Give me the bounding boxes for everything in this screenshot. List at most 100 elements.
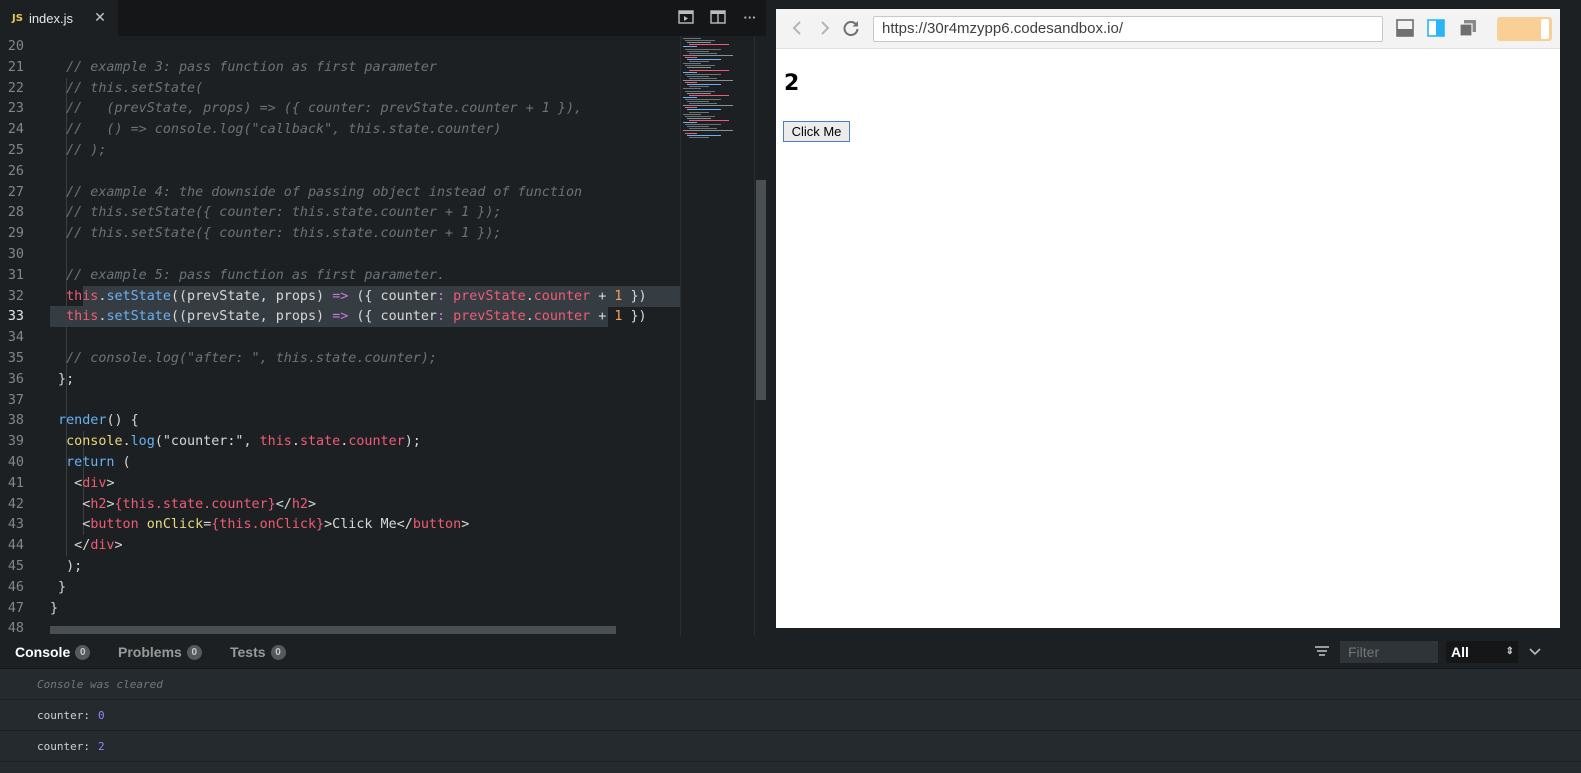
minimap-line	[689, 86, 709, 88]
vertical-scrollbar[interactable]	[754, 36, 766, 636]
line-number: 21	[7, 59, 24, 75]
log-level-select[interactable]: All ⇕	[1446, 641, 1518, 663]
line-number: 23	[7, 101, 24, 117]
minimap-line	[689, 44, 729, 46]
code-line[interactable]: 44 </div>	[0, 535, 680, 556]
code-editor[interactable]: JS index.js ✕ ··· 20 21 // example 3: pas…	[0, 0, 766, 636]
line-number: 28	[7, 205, 24, 221]
code-text: <button onClick={this.onClick}>Click Me<…	[50, 517, 470, 533]
theme-toggle[interactable]	[1497, 17, 1552, 41]
code-line[interactable]: 30	[0, 244, 680, 265]
code-area[interactable]: 20 21 // example 3: pass function as firs…	[0, 36, 680, 636]
minimap-line	[685, 107, 697, 109]
line-number: 33	[7, 309, 24, 325]
minimap-line	[683, 54, 733, 56]
minimap-line	[687, 67, 711, 69]
minimap-line	[683, 113, 701, 115]
minimap-line	[687, 126, 709, 128]
code-line[interactable]: 25 // );	[0, 140, 680, 161]
split-layout-icon[interactable]	[1427, 19, 1445, 37]
code-text: render() {	[58, 413, 139, 429]
code-line[interactable]: 27 // example 4: the downside of passing…	[0, 182, 680, 203]
chevron-down-icon[interactable]	[1528, 644, 1542, 658]
log-level-value: All	[1451, 644, 1469, 660]
reload-icon[interactable]	[841, 18, 861, 38]
line-number: 43	[7, 517, 24, 533]
close-icon[interactable]: ✕	[94, 10, 106, 24]
code-line[interactable]: 20	[0, 36, 680, 57]
line-number: 35	[7, 351, 24, 366]
tab-tests[interactable]: Tests 0	[230, 644, 286, 660]
minimap-line	[687, 84, 721, 86]
code-line[interactable]: 31 // example 5: pass function as first …	[0, 265, 680, 286]
chevron-right-icon[interactable]	[814, 18, 834, 38]
minimap-line	[683, 63, 701, 65]
minimap-line	[683, 80, 733, 81]
code-text: // (prevState, props) => ({ counter: pre…	[50, 101, 583, 117]
url-field[interactable]: https://30r4mzypp6.codesandbox.io/	[873, 16, 1383, 42]
console-panel: Console 0 Problems 0 Tests 0 All ⇕ Conso…	[0, 636, 1581, 773]
code-line[interactable]: 45 );	[0, 556, 680, 577]
minimap-line	[687, 109, 721, 111]
scrollbar-thumb[interactable]	[756, 180, 766, 400]
line-number: 29	[7, 226, 24, 242]
console-layout-icon[interactable]	[1396, 19, 1414, 37]
play-preview-icon[interactable]	[677, 10, 695, 26]
minimap-line	[689, 52, 717, 54]
click-me-button[interactable]: Click Me	[783, 121, 850, 142]
minimap-line	[687, 50, 709, 52]
tab-console[interactable]: Console 0	[15, 644, 91, 660]
chevron-left-icon[interactable]	[788, 18, 808, 38]
console-entry-text: counter:	[37, 740, 90, 753]
filter-lines-icon[interactable]	[1315, 645, 1329, 657]
code-line[interactable]: 38 render() {	[0, 410, 680, 431]
code-line[interactable]: 34	[0, 327, 680, 348]
line-number: 44	[7, 538, 24, 554]
line-number: 30	[7, 247, 24, 262]
line-number: 42	[7, 496, 24, 512]
code-text: <h2>{this.state.counter}</h2>	[50, 496, 317, 512]
code-line[interactable]: 43 <button onClick={this.onClick}>Click …	[0, 514, 680, 535]
console-entry: counter: 0	[0, 700, 1581, 731]
code-line[interactable]: 22 // this.setState(	[0, 78, 680, 99]
code-line[interactable]: 42 <h2>{this.state.counter}</h2>	[0, 494, 680, 515]
code-line[interactable]: 26	[0, 161, 680, 182]
line-number: 22	[7, 80, 24, 96]
code-line[interactable]: 24 // () => console.log("callback", this…	[0, 119, 680, 140]
split-view-icon[interactable]	[709, 10, 727, 26]
code-text: // example 5: pass function as first par…	[50, 267, 446, 283]
code-line[interactable]: 41 <div>	[0, 473, 680, 494]
line-number: 47	[7, 600, 24, 616]
minimap-line	[687, 59, 721, 60]
code-line[interactable]: 29 // this.setState({ counter: this.stat…	[0, 223, 680, 244]
code-line[interactable]: 35 // console.log("after: ", this.state.…	[0, 348, 680, 369]
line-number: 37	[7, 392, 24, 408]
code-line[interactable]: 37	[0, 390, 680, 411]
open-new-window-icon[interactable]	[1459, 19, 1477, 37]
minimap-line	[687, 75, 709, 77]
tab-problems[interactable]: Problems 0	[118, 644, 202, 660]
code-line[interactable]: 32 this.setState((prevState, props) => (…	[0, 286, 680, 307]
line-number: 46	[7, 579, 24, 595]
code-line[interactable]: 21 // example 3: pass function as first …	[0, 57, 680, 78]
code-text: // this.setState(	[50, 80, 204, 96]
toggle-knob	[1541, 19, 1549, 39]
code-line[interactable]: 23 // (prevState, props) => ({ counter: …	[0, 98, 680, 119]
horizontal-scrollbar[interactable]	[50, 626, 616, 634]
more-actions-icon[interactable]: ···	[741, 10, 759, 26]
minimap-line	[689, 128, 717, 130]
code-text: // () => console.log("callback", this.st…	[50, 122, 502, 138]
code-line[interactable]: 28 // this.setState({ counter: this.stat…	[0, 202, 680, 223]
code-line[interactable]: 39 console.log("counter:", this.state.co…	[0, 431, 680, 452]
tab-index-js[interactable]: JS index.js ✕	[0, 0, 118, 36]
code-line[interactable]: 33 this.setState((prevState, props) => (…	[0, 306, 680, 327]
code-line[interactable]: 40 return (	[0, 452, 680, 473]
minimap[interactable]	[680, 36, 754, 636]
minimap-line	[689, 103, 717, 105]
code-line[interactable]: 36 };	[0, 369, 680, 390]
code-line[interactable]: 47}	[0, 598, 680, 619]
line-number: 25	[7, 143, 24, 158]
line-number: 31	[7, 267, 24, 283]
code-line[interactable]: 46 }	[0, 577, 680, 598]
console-filter-input[interactable]	[1340, 641, 1438, 663]
